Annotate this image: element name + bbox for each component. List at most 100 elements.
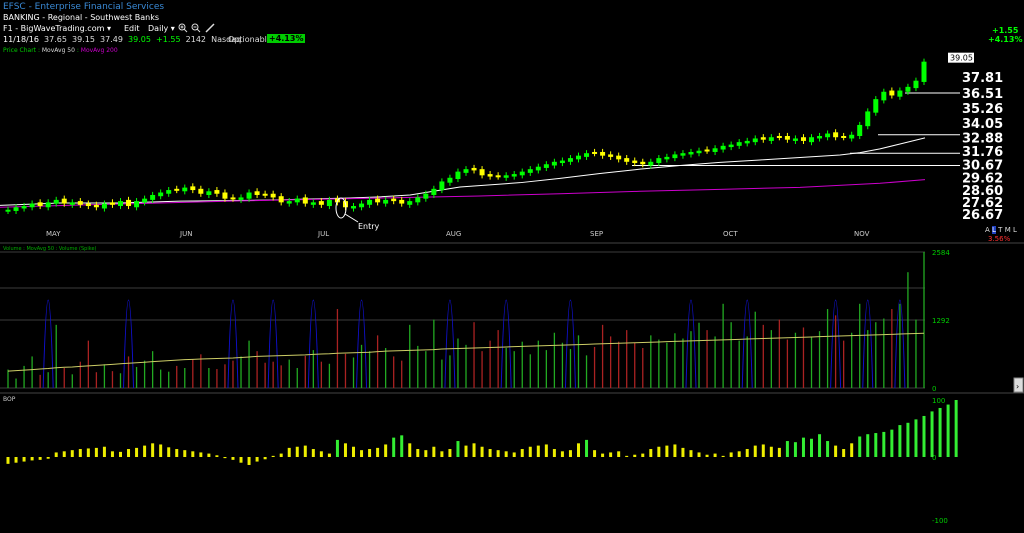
price-candle [800,134,806,144]
price-candle [359,200,365,211]
price-candle [519,168,525,179]
month-label: AUG [446,230,461,238]
entry-pointer [344,213,359,223]
price-candle [134,198,140,211]
price-candle [407,198,413,208]
candle-body [648,161,654,166]
candle-body [688,151,694,155]
candle-body [825,133,831,138]
price-candle [664,153,670,163]
ma50-line [0,137,926,206]
price-axis-label: 36.51 [962,87,1003,102]
candle-body [881,91,887,101]
candle-body [117,201,123,207]
price-axis-label: 37.81 [962,71,1003,86]
candle-body [584,153,590,157]
candle-body [913,80,919,89]
price-candle [680,150,686,159]
price-candle [776,132,782,141]
candle-body [616,155,622,160]
volume-axis-label: 2584 [932,249,950,257]
price-candle [278,193,284,206]
candle-body [383,199,389,204]
candle-body [69,202,75,205]
candle-body [479,169,485,176]
candle-body [302,197,308,204]
price-candle [503,172,509,181]
candle-body [463,169,469,173]
price-candle [190,183,196,194]
candle-body [270,193,276,198]
candle-body [841,136,847,138]
price-candle [109,199,115,208]
candle-body [865,111,871,127]
price-candle [126,196,132,210]
candle-body [873,99,879,113]
candle-body [800,137,806,141]
candle-body [736,142,742,146]
price-candle [463,166,469,176]
price-candle [567,155,573,165]
candle-body [897,90,903,97]
candle-body [367,199,373,205]
candle-body [921,61,927,82]
candle-body [93,204,99,208]
candle-body [391,198,397,202]
price-candle [632,157,638,167]
candle-body [278,196,284,203]
candle-body [399,199,405,204]
bop-panel: BOP 1000-100 [3,396,958,525]
candle-body [640,161,646,165]
price-candle [881,88,887,104]
candle-body [704,149,710,152]
price-candle [704,146,710,154]
candle-body [351,206,357,209]
scroll-arrow-icon: › [1016,382,1019,391]
candle-body [21,206,27,209]
price-candle [166,186,172,197]
candle-body [833,132,839,138]
price-candle [535,163,541,174]
candle-body [728,144,734,148]
candle-body [768,137,774,141]
volume-axis-label: 1292 [932,317,950,325]
candle-body [415,197,421,203]
price-candle [77,198,83,208]
price-candle [37,199,43,210]
price-candle [471,164,477,174]
price-candle [158,189,164,200]
candle-body [190,186,196,191]
candle-body [784,136,790,140]
candle-body [85,203,91,207]
month-label: SEP [590,230,603,238]
price-candle [849,131,855,142]
price-candle [592,148,598,157]
price-candle [85,200,91,210]
candle-body [262,193,268,196]
price-candle [809,134,815,146]
price-axis-label: 32.88 [962,131,1003,146]
candle-body [632,160,638,164]
candle-body [214,190,220,194]
candle-body [29,203,35,208]
candle-body [760,137,766,140]
entry-label: Entry [358,222,380,231]
candle-body [359,203,365,208]
month-label: MAY [46,230,61,238]
price-candle [415,194,421,206]
bop-axis-label: -100 [932,517,948,525]
price-candle [865,108,871,130]
last-price-tag: 39.05 [950,54,973,63]
candle-body [206,191,212,195]
stock-chart: 37.8136.5135.2634.0532.8831.7630.6729.62… [0,52,1024,525]
price-candle [101,200,107,212]
price-candle [543,161,549,172]
price-candle [913,77,919,92]
candle-body [551,161,557,166]
candle-body [407,201,413,205]
price-candle [624,155,630,165]
candle-body [672,154,678,159]
candle-body [575,155,581,160]
candle-body [37,202,43,207]
price-axis-label: 35.26 [962,102,1003,117]
